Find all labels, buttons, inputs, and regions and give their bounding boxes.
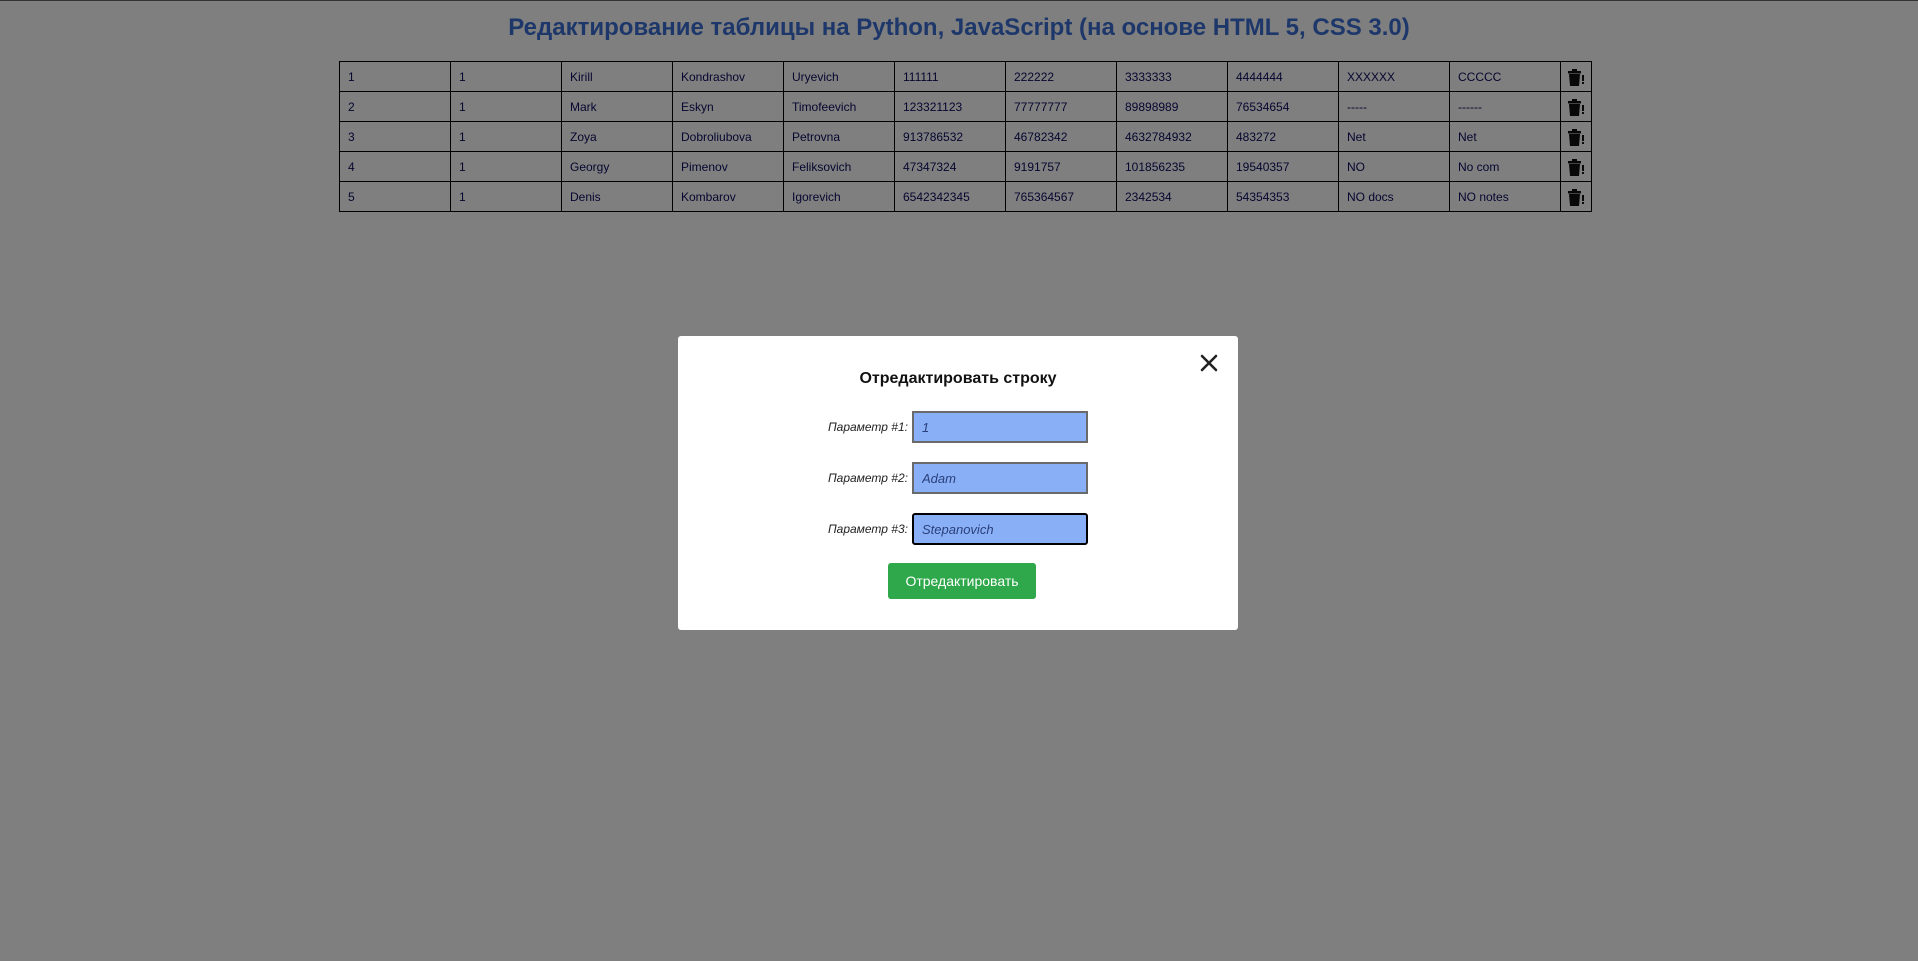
param-3-label: Параметр #3: bbox=[827, 522, 908, 536]
param-2-input[interactable] bbox=[912, 462, 1088, 494]
param-1-input[interactable] bbox=[912, 411, 1088, 443]
edit-row-modal: Отредактировать строку Параметр #1: Пара… bbox=[678, 336, 1238, 630]
param-3-input[interactable] bbox=[912, 513, 1088, 545]
form-row-param-1: Параметр #1: bbox=[678, 411, 1238, 445]
param-2-label: Параметр #2: bbox=[827, 471, 908, 485]
modal-title: Отредактировать строку bbox=[859, 370, 1057, 387]
page: Редактирование таблицы на Python, JavaSc… bbox=[0, 0, 1918, 961]
submit-edit-button[interactable]: Отредактировать bbox=[888, 563, 1036, 599]
form-row-param-3: Параметр #3: bbox=[678, 513, 1238, 547]
form-row-param-2: Параметр #2: bbox=[678, 462, 1238, 496]
param-1-label: Параметр #1: bbox=[827, 420, 908, 434]
